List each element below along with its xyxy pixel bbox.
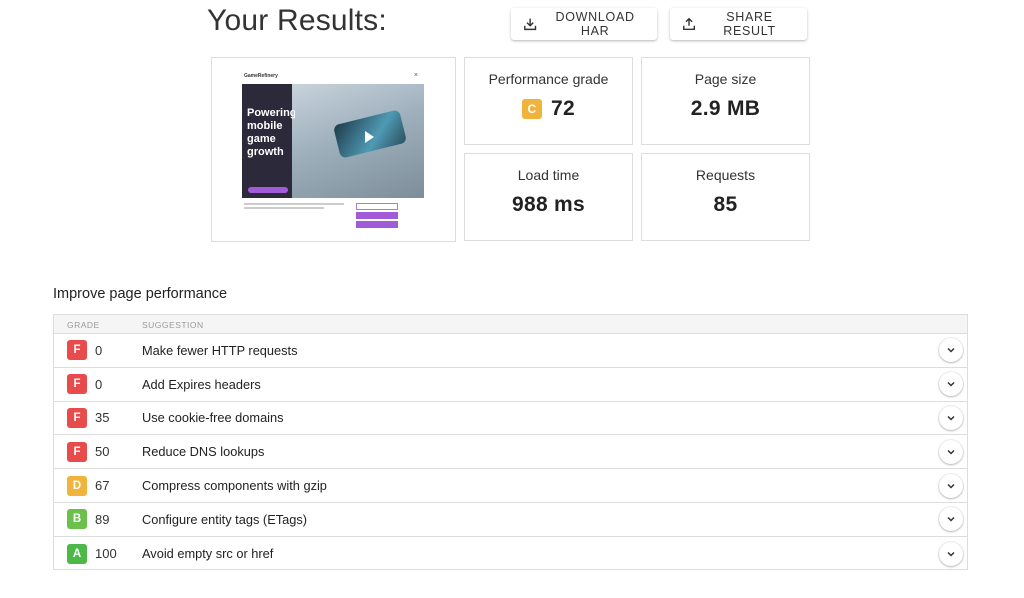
grade-badge: F	[67, 374, 87, 395]
performance-grade-card: Performance grade C 72	[464, 57, 633, 145]
grade-score: 0	[95, 376, 103, 392]
thumbnail-button	[356, 212, 398, 219]
expand-button[interactable]	[939, 405, 963, 430]
suggestion-text: Use cookie-free domains	[142, 410, 284, 426]
thumbnail-button	[356, 221, 398, 228]
grade-badge: C	[522, 99, 543, 119]
grade-badge: F	[67, 340, 87, 361]
share-icon	[683, 17, 696, 30]
download-har-label: DOWNLOAD HAR	[555, 10, 635, 38]
grade-badge: F	[67, 407, 87, 428]
share-result-button[interactable]: SHARE RESULT	[670, 8, 807, 40]
table-row[interactable]: F 35 Use cookie-free domains	[54, 402, 967, 436]
chevron-down-icon	[947, 517, 955, 522]
thumbnail-logo: GameRefinery	[244, 73, 278, 79]
requests-value: 85	[713, 193, 738, 216]
thumbnail-headline: Powering mobile game growth	[247, 107, 295, 158]
load-time-card: Load time 988 ms	[464, 153, 633, 241]
chevron-down-icon	[947, 551, 955, 557]
page-size-label: Page size	[694, 71, 757, 87]
suggestion-text: Add Expires headers	[142, 376, 261, 392]
table-row[interactable]: F 0 Add Expires headers	[54, 368, 967, 402]
table-row[interactable]: F 0 Make fewer HTTP requests	[54, 334, 967, 368]
suggestion-text: Make fewer HTTP requests	[142, 342, 298, 358]
improve-section-title: Improve page performance	[53, 286, 228, 302]
thumbnail-text-line	[244, 207, 324, 209]
grade-score: 50	[95, 444, 110, 460]
chevron-down-icon	[947, 348, 955, 353]
grade-badge: B	[67, 509, 87, 530]
performance-grade-value: 72	[551, 97, 575, 120]
page-title: Your Results:	[207, 4, 387, 37]
table-header: GRADE SUGGESTION	[54, 315, 967, 334]
thumbnail-cta	[248, 187, 288, 193]
share-result-label: SHARE RESULT	[723, 10, 776, 38]
table-row[interactable]: A 100 Avoid empty src or href	[54, 537, 967, 571]
grade-score: 67	[95, 478, 110, 494]
expand-button[interactable]	[939, 507, 963, 532]
chevron-down-icon	[947, 382, 955, 387]
table-row[interactable]: F 50 Reduce DNS lookups	[54, 435, 967, 470]
thumbnail-button	[356, 203, 398, 210]
load-time-label: Load time	[517, 167, 580, 183]
chevron-down-icon	[947, 415, 955, 421]
suggestion-text: Reduce DNS lookups	[142, 444, 265, 460]
suggestion-column-header: SUGGESTION	[142, 320, 204, 330]
page-size-value: 2.9 MB	[690, 97, 761, 120]
chevron-down-icon	[947, 483, 955, 489]
page-size-card: Page size 2.9 MB	[641, 57, 810, 145]
grade-score: 100	[95, 546, 117, 562]
expand-button[interactable]	[939, 338, 963, 363]
grade-score: 35	[95, 410, 110, 426]
table-row[interactable]: D 67 Compress components with gzip	[54, 469, 967, 503]
performance-grade-label: Performance grade	[488, 71, 609, 87]
requests-label: Requests	[695, 167, 756, 183]
expand-button[interactable]	[939, 439, 963, 464]
table-row[interactable]: B 89 Configure entity tags (ETags)	[54, 503, 967, 537]
expand-button[interactable]	[939, 473, 963, 498]
suggestions-table: GRADE SUGGESTION F 0 Make fewer HTTP req…	[53, 314, 968, 570]
grade-column-header: GRADE	[67, 320, 100, 330]
suggestion-text: Configure entity tags (ETags)	[142, 511, 308, 527]
thumbnail-text-line	[244, 203, 344, 205]
grade-badge: D	[67, 475, 87, 496]
download-har-button[interactable]: DOWNLOAD HAR	[511, 8, 657, 40]
suggestion-text: Avoid empty src or href	[142, 546, 274, 562]
download-icon	[524, 18, 537, 31]
load-time-value: 988 ms	[511, 193, 586, 216]
grade-badge: A	[67, 543, 87, 564]
play-icon	[365, 131, 374, 143]
page-screenshot-card: GameRefinery × Powering mobile game grow…	[211, 57, 456, 242]
expand-button[interactable]	[939, 372, 963, 397]
performance-grade-value-row: C 72	[465, 97, 632, 121]
page-screenshot-thumbnail: GameRefinery × Powering mobile game grow…	[240, 71, 426, 231]
expand-button[interactable]	[939, 541, 963, 566]
grade-badge: F	[67, 441, 87, 462]
requests-card: Requests 85	[641, 153, 810, 241]
chevron-down-icon	[947, 449, 955, 455]
grade-score: 89	[95, 511, 110, 527]
close-icon: ×	[413, 72, 418, 79]
suggestion-text: Compress components with gzip	[142, 478, 327, 494]
grade-score: 0	[95, 342, 103, 358]
